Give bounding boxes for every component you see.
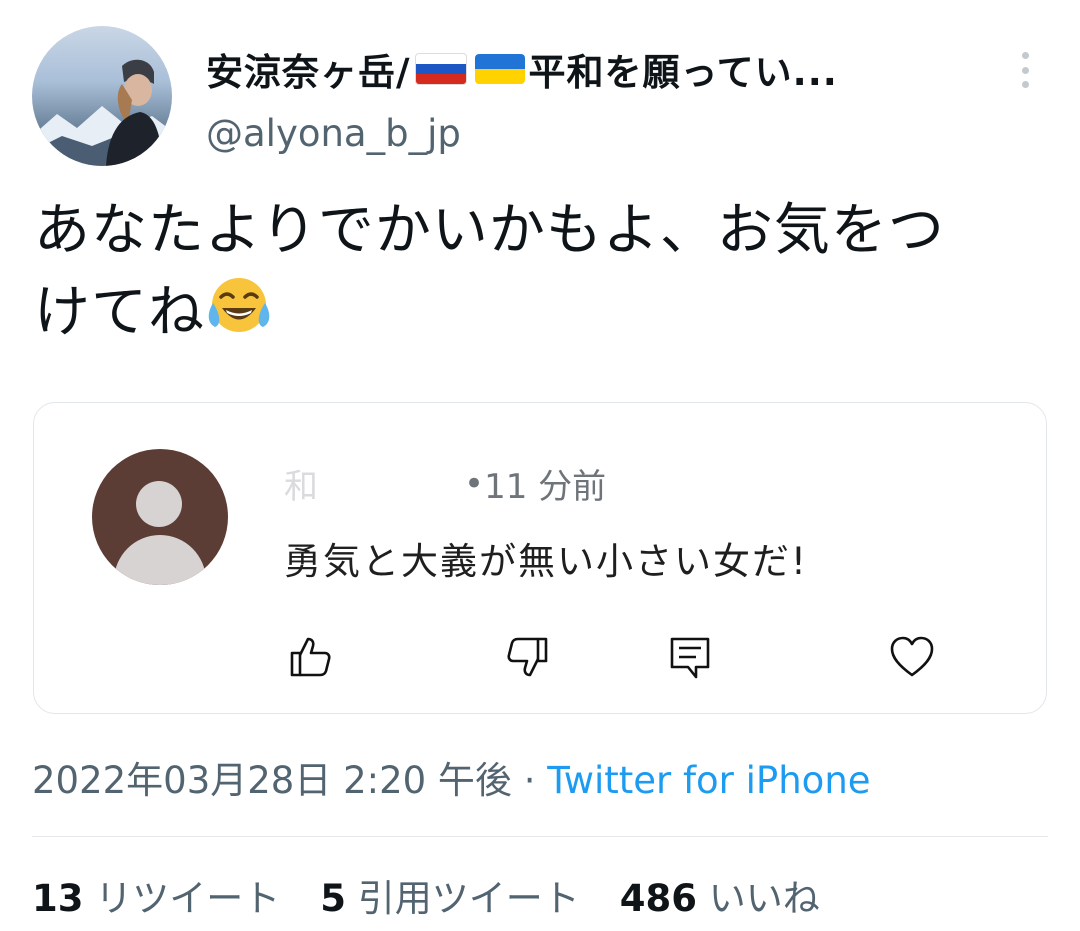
tweet-timestamp: 2022年03月28日 2:20 午後 · Twitter for iPhone (32, 750, 871, 804)
quotes-stat[interactable]: 5 引用ツイート (320, 877, 580, 920)
meta-separator: • (464, 463, 485, 504)
embedded-comment-card[interactable]: 和 • 11 分前 勇気と大義が無い小さい女だ! (33, 402, 1047, 714)
comment-icon[interactable] (666, 633, 714, 681)
tweet-text: あなたよりでかいかもよ、お気をつ けてね (34, 190, 1054, 354)
likes-stat[interactable]: 486 いいね (620, 877, 820, 920)
retweets-stat[interactable]: 13 リツイート (32, 877, 280, 920)
ukraine-flag-icon (474, 54, 525, 84)
comment-time: 11 分前 (484, 467, 607, 507)
commenter-name: 和 (284, 467, 320, 507)
person-image (106, 59, 162, 166)
more-options-icon[interactable] (1010, 48, 1040, 92)
quotes-count: 5 (320, 877, 347, 920)
face-with-tears-of-joy-icon (208, 278, 270, 332)
comment-text: 勇気と大義が無い小さい女だ! (284, 540, 808, 583)
commenter-avatar (92, 449, 228, 585)
comment-meta: 和 • 11 分前 (284, 459, 606, 508)
thumbs-up-icon[interactable] (286, 633, 334, 681)
quotes-label: 引用ツイート (346, 877, 580, 920)
tweet: 安涼奈ヶ岳/ 平和を願ってい... @alyona_b_jp あなたよりでかいか… (0, 0, 1080, 931)
source-link[interactable]: Twitter for iPhone (547, 759, 870, 802)
tweet-text-line-1: あなたよりでかいかもよ、お気をつ (34, 198, 945, 263)
display-name-suffix: 平和を願ってい... (528, 51, 838, 94)
heart-icon[interactable] (888, 633, 936, 681)
timestamp-text[interactable]: 2022年03月28日 2:20 午後 (32, 759, 512, 802)
divider (32, 836, 1048, 837)
author-handle[interactable]: @alyona_b_jp (206, 112, 461, 155)
avatar-body (114, 535, 206, 585)
thumbs-down-icon[interactable] (504, 633, 552, 681)
timestamp-separator: · (511, 759, 548, 802)
display-name[interactable]: 安涼奈ヶ岳/ 平和を願ってい... (206, 42, 838, 96)
russia-flag-icon (414, 53, 467, 85)
retweets-count: 13 (32, 877, 84, 920)
likes-count: 486 (619, 877, 698, 920)
author-avatar[interactable] (32, 26, 172, 166)
display-name-prefix: 安涼奈ヶ岳/ (206, 51, 411, 94)
retweets-label: リツイート (83, 877, 281, 920)
likes-label: いいね (697, 877, 820, 920)
tweet-text-line-2: けてね (34, 280, 205, 345)
tweet-stats: 13 リツイート 5 引用ツイート 486 いいね (32, 868, 860, 922)
avatar-head (136, 481, 182, 527)
